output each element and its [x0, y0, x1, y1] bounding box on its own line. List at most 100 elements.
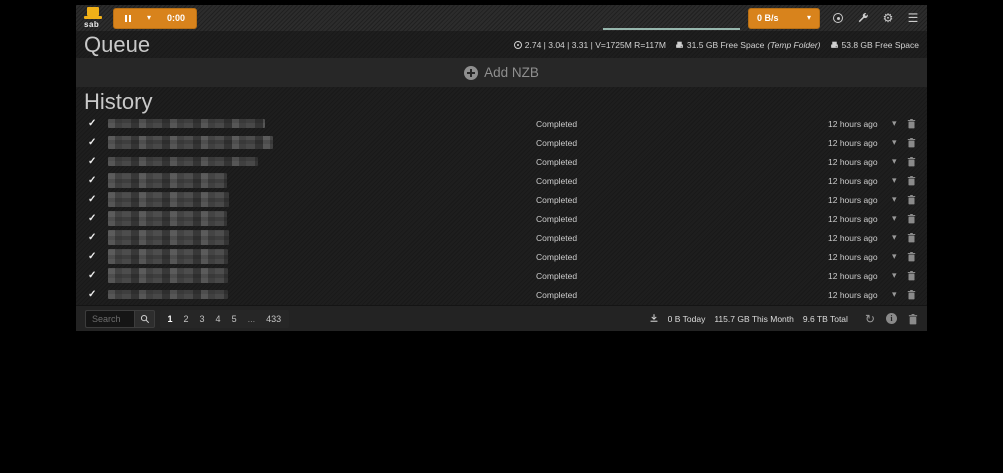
- speed-graph-sparkline: [603, 15, 740, 30]
- page-button-4[interactable]: 4: [210, 310, 226, 328]
- history-row-status: Completed: [536, 119, 577, 129]
- history-row-dropdown-caret-icon[interactable]: ▾: [892, 175, 897, 186]
- add-nzb-label: Add NZB: [484, 65, 539, 80]
- history-row-trash-icon[interactable]: [907, 251, 916, 262]
- history-row: ✓ Completed 12 hours ago ▾: [76, 285, 927, 304]
- clear-history-trash-icon[interactable]: [908, 313, 918, 325]
- history-row-age: 12 hours ago: [828, 271, 878, 281]
- search-input[interactable]: [85, 310, 134, 328]
- stat-month: 115.7 GB This Month: [714, 314, 794, 324]
- page-button-5[interactable]: 5: [226, 310, 242, 328]
- history-row-dropdown-caret-icon[interactable]: ▾: [892, 156, 897, 167]
- check-icon: ✓: [88, 233, 102, 243]
- system-load-stat: 2.74 | 3.04 | 3.31 | V=1725M R=117M: [514, 40, 666, 50]
- history-row-trash-icon[interactable]: [907, 175, 916, 186]
- check-icon: ✓: [88, 195, 102, 205]
- history-row-age: 12 hours ago: [828, 290, 878, 300]
- history-row-trash-icon[interactable]: [907, 270, 916, 281]
- free-space-complete-stat: 53.8 GB Free Space: [830, 40, 920, 50]
- history-row-dropdown-caret-icon[interactable]: ▾: [892, 251, 897, 262]
- history-footer: 12345...433 0 B Today 115.7 GB This Mont…: [76, 305, 927, 331]
- history-row-dropdown-caret-icon[interactable]: ▾: [892, 289, 897, 300]
- footer-stats: 0 B Today 115.7 GB This Month 9.6 TB Tot…: [649, 313, 918, 325]
- check-icon: ✓: [88, 290, 102, 300]
- check-icon: ✓: [88, 157, 102, 167]
- system-stats: 2.74 | 3.04 | 3.31 | V=1725M R=117M 31.5…: [514, 40, 919, 50]
- info-icon[interactable]: i: [886, 313, 897, 324]
- search-icon: [140, 314, 150, 324]
- history-row-dropdown-caret-icon[interactable]: ▾: [892, 270, 897, 281]
- history-row-age: 12 hours ago: [828, 233, 878, 243]
- speed-dropdown-caret-icon: ▾: [807, 14, 811, 22]
- sabnzbd-logo[interactable]: sab: [83, 7, 104, 29]
- history-header: History: [76, 87, 927, 114]
- speed-limit-button[interactable]: 0 B/s ▾: [748, 8, 820, 29]
- stat-total: 9.6 TB Total: [803, 314, 848, 324]
- history-row-trash-icon[interactable]: [907, 194, 916, 205]
- add-nzb-button[interactable]: Add NZB: [76, 58, 927, 87]
- refresh-icon[interactable]: ↻: [865, 313, 875, 325]
- history-row-trash-icon[interactable]: [907, 213, 916, 224]
- history-search: [85, 310, 155, 328]
- history-row-status: Completed: [536, 176, 577, 186]
- history-row-status: Completed: [536, 271, 577, 281]
- check-icon: ✓: [88, 138, 102, 148]
- disk-icon: [675, 40, 684, 49]
- download-icon: [649, 313, 659, 325]
- speed-value: 0 B/s: [757, 13, 779, 23]
- queue-title: Queue: [84, 34, 150, 56]
- pagination: 12345...433: [160, 310, 289, 328]
- page-ellipsis: ...: [242, 310, 261, 328]
- gear-icon[interactable]: ⚙: [881, 11, 895, 25]
- history-row-name-redacted: [108, 211, 227, 226]
- page-button-2[interactable]: 2: [178, 310, 194, 328]
- page-button-1[interactable]: 1: [162, 310, 178, 328]
- history-row: ✓ Completed 12 hours ago ▾: [76, 114, 927, 133]
- history-row-status: Completed: [536, 157, 577, 167]
- pause-timer: 0:00: [167, 13, 185, 23]
- history-row-trash-icon[interactable]: [907, 232, 916, 243]
- history-row-name-redacted: [108, 173, 227, 188]
- history-row-trash-icon[interactable]: [907, 137, 916, 148]
- history-row-trash-icon[interactable]: [907, 118, 916, 129]
- history-row: ✓ Completed 12 hours ago ▾: [76, 190, 927, 209]
- history-row-age: 12 hours ago: [828, 157, 878, 167]
- history-row-dropdown-caret-icon[interactable]: ▾: [892, 118, 897, 129]
- check-icon: ✓: [88, 119, 102, 129]
- history-row: ✓ Completed 12 hours ago ▾: [76, 171, 927, 190]
- logo-hat-brim: [84, 16, 102, 19]
- history-row-status: Completed: [536, 290, 577, 300]
- sabnzbd-page: sab ▾ 0:00 0 B/s ▾ ⚙ ☰ Queue: [0, 0, 1003, 473]
- history-row-name-redacted: [108, 192, 229, 207]
- history-row-name-redacted: [108, 157, 258, 166]
- wrench-icon[interactable]: [856, 11, 870, 25]
- history-row-dropdown-caret-icon[interactable]: ▾: [892, 194, 897, 205]
- history-row: ✓ Completed 12 hours ago ▾: [76, 152, 927, 171]
- history-row-status: Completed: [536, 138, 577, 148]
- history-row: ✓ Completed 12 hours ago ▾: [76, 247, 927, 266]
- system-load-value: 2.74 | 3.04 | 3.31 | V=1725M R=117M: [525, 40, 666, 50]
- history-row-dropdown-caret-icon[interactable]: ▾: [892, 137, 897, 148]
- history-row-name-redacted: [108, 136, 273, 149]
- status-icon[interactable]: [831, 11, 845, 25]
- free-space-temp-note: (Temp Folder): [767, 40, 820, 50]
- pause-icon: [125, 15, 131, 22]
- search-button[interactable]: [134, 310, 155, 328]
- page-button-3[interactable]: 3: [194, 310, 210, 328]
- pause-resume-button[interactable]: ▾ 0:00: [113, 8, 197, 29]
- history-row-dropdown-caret-icon[interactable]: ▾: [892, 232, 897, 243]
- pause-dropdown-caret-icon[interactable]: ▾: [147, 14, 151, 22]
- menu-icon[interactable]: ☰: [906, 11, 920, 25]
- history-row-trash-icon[interactable]: [907, 156, 916, 167]
- page-button-433[interactable]: 433: [261, 310, 287, 328]
- queue-header: Queue 2.74 | 3.04 | 3.31 | V=1725M R=117…: [76, 31, 927, 58]
- history-row: ✓ Completed 12 hours ago ▾: [76, 228, 927, 247]
- history-row-dropdown-caret-icon[interactable]: ▾: [892, 213, 897, 224]
- history-row-name-redacted: [108, 249, 228, 264]
- history-row-status: Completed: [536, 195, 577, 205]
- check-icon: ✓: [88, 271, 102, 281]
- history-row-status: Completed: [536, 233, 577, 243]
- history-row-trash-icon[interactable]: [907, 289, 916, 300]
- history-row-name-redacted: [108, 119, 265, 128]
- history-row-name-redacted: [108, 290, 228, 299]
